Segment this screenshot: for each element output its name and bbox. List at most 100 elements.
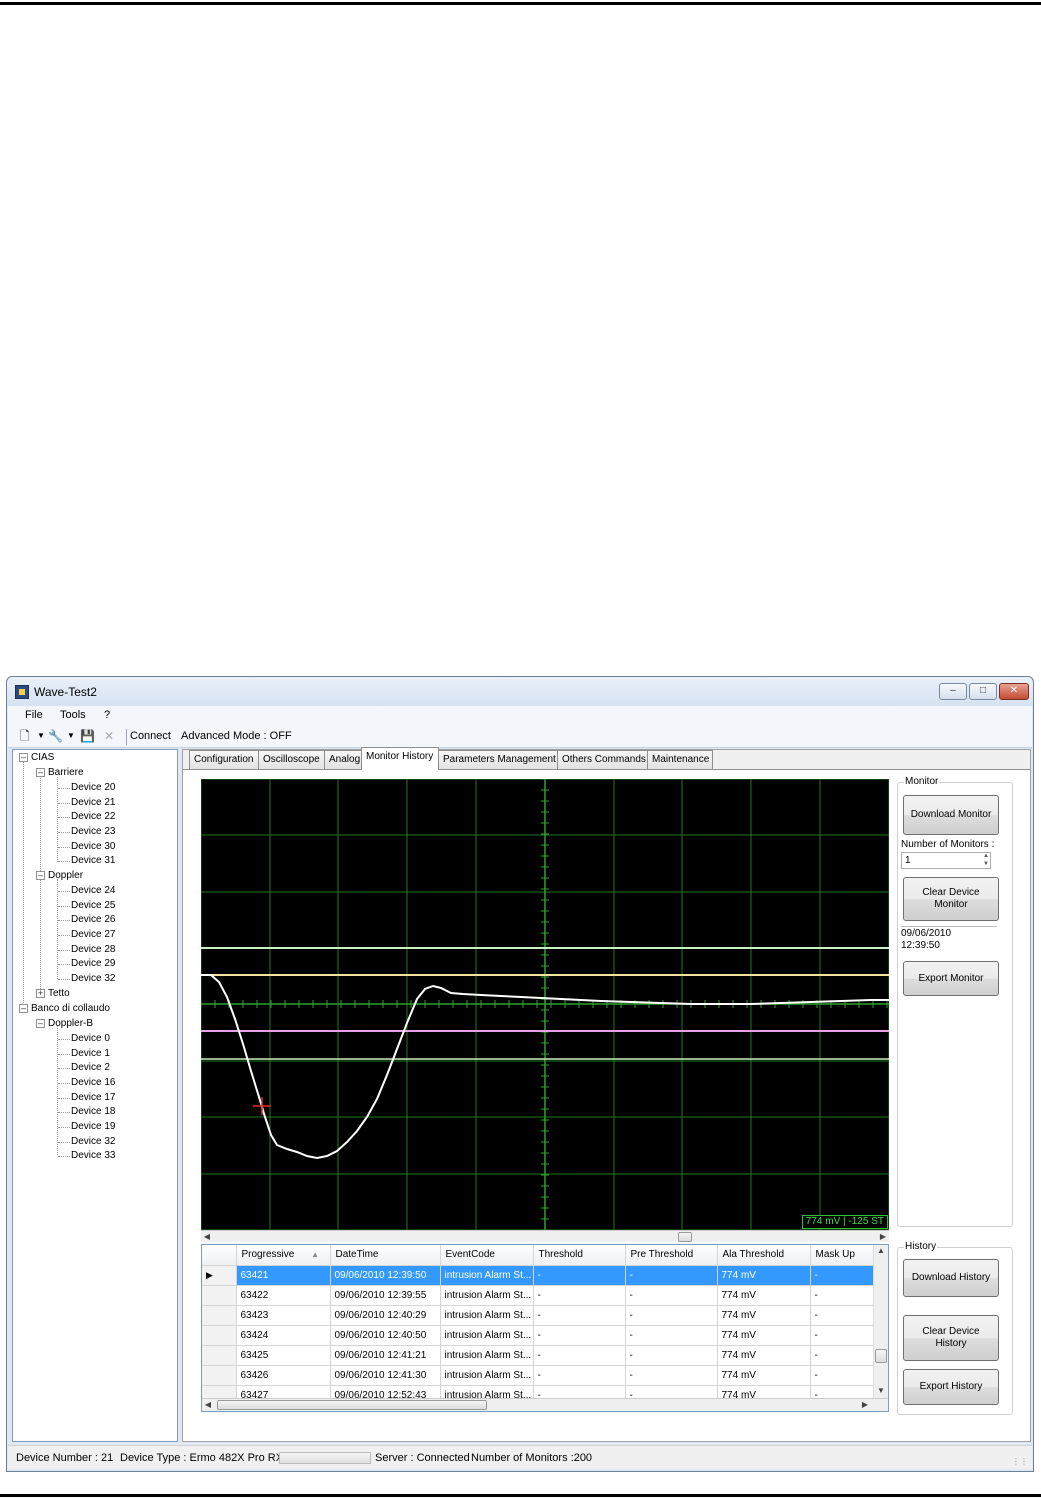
- row-selector[interactable]: ▶: [202, 1265, 237, 1286]
- number-of-monitors-stepper[interactable]: 1 ▲ ▼: [901, 852, 991, 869]
- cell-ala-threshold[interactable]: 774 mV: [717, 1365, 811, 1386]
- download-monitor-button[interactable]: Download Monitor: [903, 795, 999, 835]
- cell-datetime[interactable]: 09/06/2010 12:39:55: [330, 1285, 441, 1306]
- tree-device[interactable]: Device 20: [71, 782, 115, 793]
- scroll-thumb[interactable]: [875, 1349, 887, 1363]
- row-selector[interactable]: [202, 1365, 237, 1386]
- cell-pre-threshold[interactable]: -: [625, 1365, 718, 1386]
- tree-node-barriere[interactable]: Barriere: [48, 767, 84, 778]
- cell-datetime[interactable]: 09/06/2010 12:40:29: [330, 1305, 441, 1326]
- row-selector[interactable]: [202, 1285, 237, 1306]
- tree-device[interactable]: Device 0: [71, 1033, 110, 1044]
- export-history-button[interactable]: Export History: [903, 1369, 999, 1405]
- column-header-pre-threshold[interactable]: Pre Threshold: [625, 1245, 718, 1266]
- tab-maintenance[interactable]: Maintenance: [647, 750, 713, 769]
- cell-datetime[interactable]: 09/06/2010 12:41:30: [330, 1365, 441, 1386]
- tree-device[interactable]: Device 21: [71, 797, 115, 808]
- table-row[interactable]: 63426 09/06/2010 12:41:30 intrusion Alar…: [202, 1365, 875, 1386]
- cell-pre-threshold[interactable]: -: [625, 1265, 718, 1286]
- cell-progressive[interactable]: 63426: [236, 1365, 331, 1386]
- tab-others-commands[interactable]: Others Commands: [557, 750, 648, 769]
- cell-pre-threshold[interactable]: -: [625, 1325, 718, 1346]
- cell-eventcode[interactable]: intrusion Alarm St...: [440, 1365, 534, 1386]
- cell-ala-threshold[interactable]: 774 mV: [717, 1285, 811, 1306]
- row-selector[interactable]: [202, 1305, 237, 1326]
- tree-device[interactable]: Device 25: [71, 900, 115, 911]
- cell-threshold[interactable]: -: [533, 1285, 626, 1306]
- stepper-up-icon[interactable]: ▲: [983, 853, 989, 860]
- cell-progressive[interactable]: 63421: [236, 1265, 331, 1286]
- tree-device[interactable]: Device 18: [71, 1106, 115, 1117]
- table-row[interactable]: 63422 09/06/2010 12:39:55 intrusion Alar…: [202, 1285, 875, 1306]
- stepper-down-icon[interactable]: ▼: [983, 861, 989, 868]
- cell-eventcode[interactable]: intrusion Alarm St...: [440, 1285, 534, 1306]
- tree-device[interactable]: Device 23: [71, 826, 115, 837]
- tree-device[interactable]: Device 30: [71, 841, 115, 852]
- tree-node-doppler-b[interactable]: Doppler-B: [48, 1018, 93, 1029]
- connect-button[interactable]: Connect: [130, 730, 171, 742]
- cell-progressive[interactable]: 63423: [236, 1305, 331, 1326]
- tree-node-doppler[interactable]: Doppler: [48, 870, 83, 881]
- close-button[interactable]: ✕: [999, 683, 1029, 700]
- cell-pre-threshold[interactable]: -: [625, 1345, 718, 1366]
- cell-eventcode[interactable]: intrusion Alarm St...: [440, 1265, 534, 1286]
- cell-ala-threshold[interactable]: 774 mV: [717, 1305, 811, 1326]
- tab-monitor-history[interactable]: Monitor History: [361, 747, 439, 770]
- tools-wrench-icon[interactable]: 🔧: [48, 729, 63, 743]
- tab-oscilloscope[interactable]: Oscilloscope: [258, 750, 325, 769]
- cell-mask-up[interactable]: -: [810, 1285, 875, 1306]
- cell-ala-threshold[interactable]: 774 mV: [717, 1265, 811, 1286]
- cell-progressive[interactable]: 63424: [236, 1325, 331, 1346]
- scroll-left-icon[interactable]: ◀: [201, 1231, 213, 1243]
- cell-mask-up[interactable]: -: [810, 1365, 875, 1386]
- title-bar[interactable]: Wave-Test2 – □ ✕: [7, 677, 1033, 706]
- column-header-eventcode[interactable]: EventCode: [440, 1245, 534, 1266]
- table-row[interactable]: ▶ 63421 09/06/2010 12:39:50 intrusion Al…: [202, 1265, 875, 1286]
- scroll-right-icon[interactable]: ▶: [877, 1231, 889, 1243]
- oscilloscope-display[interactable]: 774 mV | -125 ST: [201, 779, 889, 1230]
- menu-help[interactable]: ?: [104, 709, 110, 721]
- table-row[interactable]: 63425 09/06/2010 12:41:21 intrusion Alar…: [202, 1345, 875, 1366]
- tree-device[interactable]: Device 32: [71, 973, 115, 984]
- clear-device-monitor-button[interactable]: Clear Device Monitor: [903, 877, 999, 921]
- tree-device[interactable]: Device 19: [71, 1121, 115, 1132]
- tree-device[interactable]: Device 33: [71, 1150, 115, 1161]
- cell-mask-up[interactable]: -: [810, 1345, 875, 1366]
- column-header-ala-threshold[interactable]: Ala Threshold: [717, 1245, 811, 1266]
- table-row[interactable]: 63423 09/06/2010 12:40:29 intrusion Alar…: [202, 1305, 875, 1326]
- table-horizontal-scrollbar[interactable]: ◀ ▶: [202, 1398, 888, 1411]
- tree-device[interactable]: Device 32: [71, 1136, 115, 1147]
- dropdown-arrow-icon[interactable]: ▼: [67, 729, 75, 743]
- tree-device[interactable]: Device 2: [71, 1062, 110, 1073]
- tree-device[interactable]: Device 17: [71, 1092, 115, 1103]
- cell-datetime[interactable]: 09/06/2010 12:40:50: [330, 1325, 441, 1346]
- resize-grip-icon[interactable]: ⋮⋮: [1012, 1457, 1028, 1466]
- tree-device[interactable]: Device 1: [71, 1048, 110, 1059]
- download-history-button[interactable]: Download History: [903, 1259, 999, 1297]
- cell-eventcode[interactable]: intrusion Alarm St...: [440, 1305, 534, 1326]
- tree-node-tetto[interactable]: Tetto: [48, 988, 70, 999]
- tree-device[interactable]: Device 31: [71, 855, 115, 866]
- scope-horizontal-scrollbar[interactable]: ◀ ▶: [201, 1230, 889, 1242]
- table-vertical-scrollbar[interactable]: ▲ ▼: [873, 1245, 888, 1398]
- menu-file[interactable]: File: [25, 709, 43, 721]
- tab-parameters-management[interactable]: Parameters Management: [438, 750, 558, 769]
- cell-pre-threshold[interactable]: -: [625, 1305, 718, 1326]
- collapse-toggle-icon[interactable]: –: [19, 1004, 28, 1013]
- scroll-left-icon[interactable]: ◀: [202, 1399, 214, 1411]
- column-header-datetime[interactable]: DateTime: [330, 1245, 441, 1266]
- cell-eventcode[interactable]: intrusion Alarm St...: [440, 1345, 534, 1366]
- collapse-toggle-icon[interactable]: –: [36, 768, 45, 777]
- tree-device[interactable]: Device 22: [71, 811, 115, 822]
- cell-ala-threshold[interactable]: 774 mV: [717, 1325, 811, 1346]
- tree-device[interactable]: Device 29: [71, 958, 115, 969]
- scroll-right-icon[interactable]: ▶: [859, 1399, 871, 1411]
- cell-eventcode[interactable]: intrusion Alarm St...: [440, 1325, 534, 1346]
- cell-threshold[interactable]: -: [533, 1325, 626, 1346]
- delete-icon[interactable]: ✕: [104, 729, 114, 743]
- cell-mask-up[interactable]: -: [810, 1265, 875, 1286]
- column-header-progressive[interactable]: Progressive ▲: [236, 1245, 331, 1266]
- cell-mask-up[interactable]: -: [810, 1305, 875, 1326]
- cell-threshold[interactable]: -: [533, 1365, 626, 1386]
- collapse-toggle-icon[interactable]: –: [19, 753, 28, 762]
